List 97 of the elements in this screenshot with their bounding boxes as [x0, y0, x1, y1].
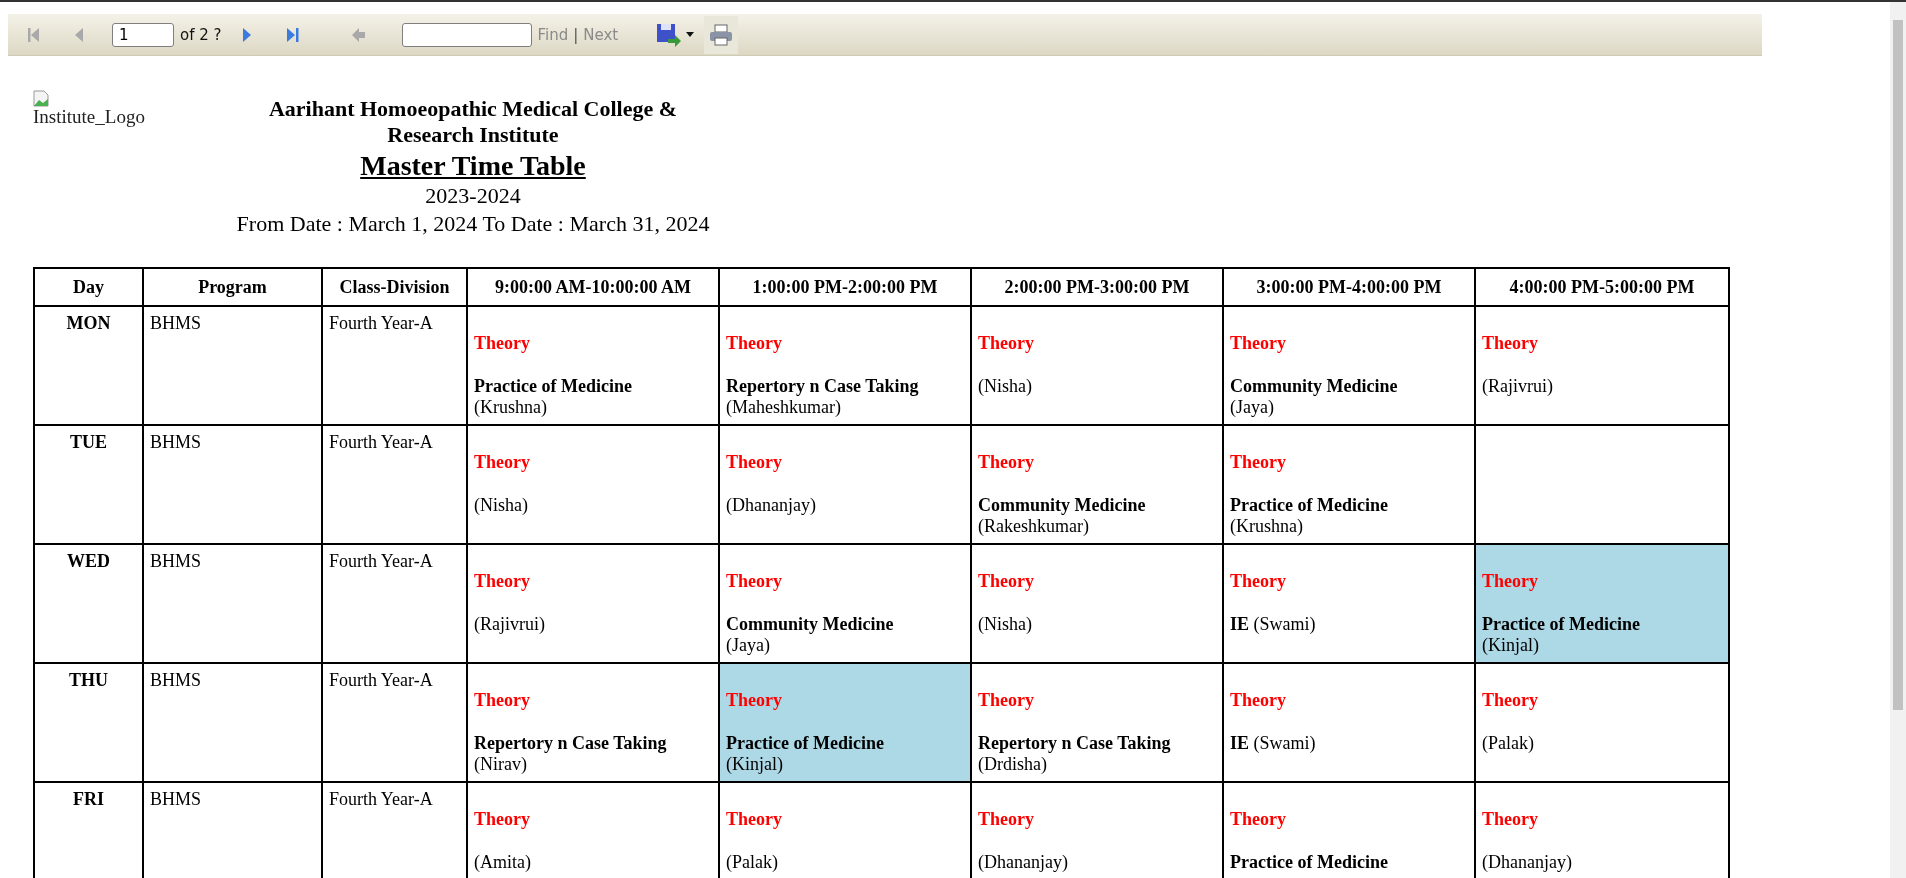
printer-icon	[709, 23, 734, 46]
teacher-name: (Drdisha)	[978, 754, 1047, 775]
column-header: 2:00:00 PM-3:00:00 PM	[971, 268, 1223, 307]
save-disk-icon	[656, 22, 683, 47]
lecture-type: Theory	[1482, 571, 1539, 593]
class-division-cell: Fourth Year-A	[322, 306, 467, 426]
lecture-type: Theory	[726, 809, 783, 831]
teacher-name: (Rakeshkumar)	[978, 516, 1089, 537]
teacher-name: (Kinjal)	[726, 754, 783, 775]
teacher-name: (Kinjal)	[1482, 635, 1539, 656]
subject-name: Practice of Medicine	[726, 733, 884, 754]
teacher-name: (Rajivrui)	[1482, 376, 1553, 397]
print-button[interactable]	[704, 15, 739, 54]
teacher-name: (Nirav)	[474, 754, 527, 775]
lecture-type: Theory	[1482, 333, 1539, 355]
teacher-name: (Nisha)	[978, 614, 1032, 635]
lecture-type: Theory	[1230, 571, 1287, 593]
lecture-type: Theory	[978, 452, 1035, 474]
subject-name: Community Medicine	[978, 495, 1146, 516]
subject-name: Practice of Medicine	[1482, 614, 1640, 635]
teacher-name: (Krushna)	[474, 397, 547, 418]
teacher-name: (Nisha)	[978, 376, 1032, 397]
lecture-type: Theory	[726, 333, 783, 355]
lecture-type: Theory	[726, 571, 783, 593]
teacher-name: (Krushna)	[1230, 516, 1303, 537]
column-header: Class-Division	[322, 268, 467, 307]
column-header: 4:00:00 PM-5:00:00 PM	[1475, 268, 1729, 307]
next-link[interactable]: Next	[583, 25, 619, 44]
lecture-type: Theory	[978, 333, 1035, 355]
caret-icon	[686, 32, 695, 37]
column-header: Program	[143, 268, 322, 307]
teacher-name: (Dhananjay)	[1482, 852, 1572, 873]
lecture-type: Theory	[978, 809, 1035, 831]
lecture-type: Theory	[726, 452, 783, 474]
subject-teacher-text: IE (Swami)	[1230, 733, 1316, 754]
lecture-type: Theory	[1482, 690, 1539, 712]
subject-name: Community Medicine	[1230, 376, 1398, 397]
program-cell: BHMS	[143, 544, 322, 664]
separator-text: |	[573, 25, 579, 44]
program-cell: BHMS	[143, 663, 322, 783]
lecture-type: Theory	[1230, 333, 1287, 355]
teacher-name: (Rajivrui)	[474, 614, 545, 635]
teacher-name: (Dhananjay)	[726, 495, 816, 516]
day-cell: MON	[34, 306, 143, 426]
day-cell: TUE	[34, 425, 143, 545]
date-range: From Date : March 1, 2024 To Date : March 31, 2024	[236, 209, 710, 238]
column-header: 9:00:00 AM-10:00:00 AM	[467, 268, 719, 307]
institute-name: Aarihant Homoeopathic Medical College & Research Institute	[267, 96, 679, 149]
subject-name: Community Medicine	[726, 614, 894, 635]
lecture-type: Theory	[1230, 452, 1287, 474]
find-link[interactable]: Find	[537, 25, 569, 44]
teacher-name: (Palak)	[1482, 733, 1534, 754]
lecture-type: Theory	[726, 690, 783, 712]
report-title: Master Time Table	[360, 148, 586, 183]
class-division-cell: Fourth Year-A	[322, 425, 467, 545]
day-cell: THU	[34, 663, 143, 783]
lecture-type: Theory	[1482, 809, 1539, 831]
day-cell: WED	[34, 544, 143, 664]
program-cell: BHMS	[143, 425, 322, 545]
lecture-type: Theory	[978, 690, 1035, 712]
lecture-type: Theory	[474, 333, 531, 355]
lecture-type: Theory	[1230, 690, 1287, 712]
logo-alt-text: Institute_Logo	[33, 107, 146, 126]
column-header: Day	[34, 268, 143, 307]
lecture-type: Theory	[474, 571, 531, 593]
teacher-name: (Maheshkumar)	[726, 397, 841, 418]
find-field[interactable]	[401, 22, 532, 47]
lecture-type: Theory	[474, 690, 531, 712]
teacher-name: (Palak)	[726, 852, 778, 873]
subject-name: Practice of Medicine	[1230, 852, 1388, 873]
subject-name: Practice of Medicine	[474, 376, 632, 397]
teacher-name: (Amita)	[474, 852, 531, 873]
lecture-type: Theory	[978, 571, 1035, 593]
academic-year: 2023-2024	[425, 182, 521, 210]
day-cell: FRI	[34, 782, 143, 878]
subject-name: Repertory n Case Taking	[726, 376, 919, 397]
subject-name: Repertory n Case Taking	[474, 733, 667, 754]
lecture-type: Theory	[1230, 809, 1287, 831]
class-division-cell: Fourth Year-A	[322, 663, 467, 783]
lecture-type: Theory	[474, 809, 531, 831]
subject-name: Repertory n Case Taking	[978, 733, 1171, 754]
scrollbar-thumb[interactable]	[1893, 20, 1903, 710]
teacher-name: (Jaya)	[726, 635, 770, 656]
program-cell: BHMS	[143, 306, 322, 426]
column-header: 1:00:00 PM-2:00:00 PM	[719, 268, 971, 307]
teacher-name: (Jaya)	[1230, 397, 1274, 418]
subject-teacher-text: IE (Swami)	[1230, 614, 1316, 635]
subject-name: Practice of Medicine	[1230, 495, 1388, 516]
column-header: 3:00:00 PM-4:00:00 PM	[1223, 268, 1475, 307]
lecture-type: Theory	[474, 452, 531, 474]
page-count-text: of 2 ?	[180, 25, 222, 44]
page-number-field[interactable]: 1	[112, 22, 174, 47]
teacher-name: (Dhananjay)	[978, 852, 1068, 873]
broken-image-icon	[33, 90, 49, 107]
export-button[interactable]	[656, 22, 695, 47]
teacher-name: (Nisha)	[474, 495, 528, 516]
class-division-cell: Fourth Year-A	[322, 544, 467, 664]
